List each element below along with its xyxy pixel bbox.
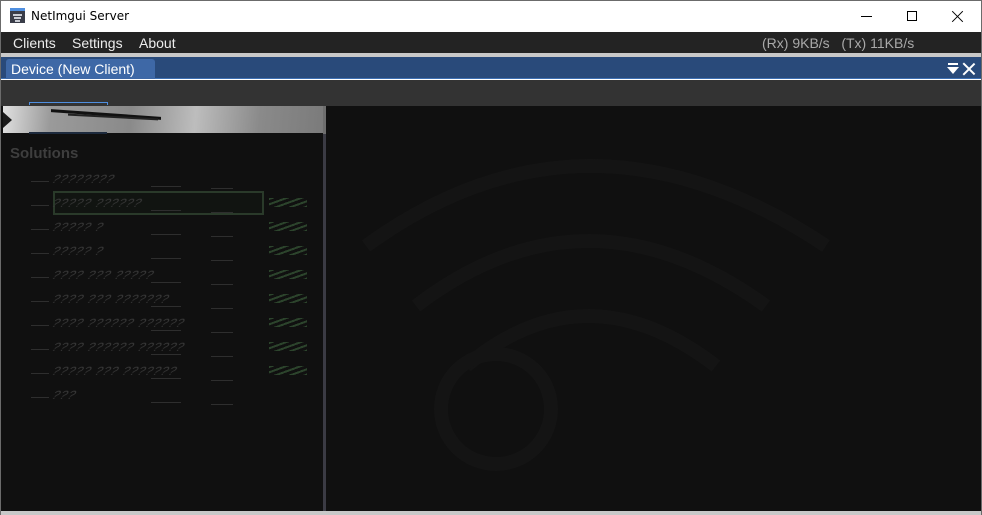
- dock-menu-icon: [948, 63, 958, 65]
- client-toolbar-strip: [1, 80, 981, 106]
- render-artifact: [151, 210, 181, 211]
- solution-row[interactable]: ???: [31, 388, 311, 405]
- collapse-arrow-icon[interactable]: [3, 112, 12, 128]
- solution-row-label: ????? ??? ???????: [49, 364, 181, 378]
- render-artifact: [151, 282, 181, 283]
- row-status-icon: [269, 318, 307, 327]
- solution-row-label: ???? ?????? ??????: [49, 340, 188, 354]
- bottom-border: [1, 511, 981, 515]
- render-artifact: [211, 308, 233, 309]
- solution-row-label: ???? ??? ???????: [49, 292, 173, 306]
- solution-row[interactable]: ????? ?: [31, 244, 311, 261]
- dock-tab-bar: Device (New Client): [1, 57, 981, 79]
- preview-panel: [326, 106, 981, 511]
- close-tab-button[interactable]: [962, 62, 976, 76]
- render-artifact: [211, 380, 233, 381]
- render-artifact: [211, 332, 233, 333]
- wifi-dot: [434, 347, 558, 471]
- tab-device-new-client[interactable]: Device (New Client): [6, 59, 155, 79]
- wifi-arc-middle: [411, 234, 771, 312]
- client-view: Solutions ???????? ????? ?????? ????? ????…: [1, 80, 981, 511]
- maximize-icon: [907, 11, 917, 21]
- render-artifact: [31, 229, 49, 230]
- row-status-icon: [269, 366, 307, 375]
- render-artifact: [211, 260, 233, 261]
- solutions-panel: Solutions ???????? ????? ?????? ????? ????…: [1, 106, 323, 511]
- solution-row[interactable]: ????? ??????: [31, 196, 311, 213]
- render-artifact: [151, 234, 181, 235]
- solution-row-label: ????? ?: [49, 220, 107, 234]
- row-status-icon: [269, 198, 307, 207]
- app-icon: [10, 8, 25, 23]
- solution-row[interactable]: ????? ??? ???????: [31, 364, 311, 381]
- render-artifact: [151, 354, 181, 355]
- close-icon: [952, 10, 964, 22]
- row-status-icon: [269, 342, 307, 351]
- row-status-icon: [269, 222, 307, 231]
- chevron-down-icon: [947, 67, 959, 74]
- render-artifact: [31, 373, 49, 374]
- render-artifact: [211, 356, 233, 357]
- render-artifact: [31, 253, 49, 254]
- render-artifact: [211, 188, 233, 189]
- render-artifact: [211, 236, 233, 237]
- render-artifact: [31, 277, 49, 278]
- render-artifact: [151, 402, 181, 403]
- netimgui-server-window: NetImgui Server Clients Settings About (…: [0, 0, 982, 515]
- window-title: NetImgui Server: [31, 9, 130, 23]
- dock-menu-button[interactable]: [947, 63, 959, 75]
- solution-row-label: ???: [49, 388, 80, 402]
- render-artifact: [31, 205, 49, 206]
- render-artifact: [211, 404, 233, 405]
- row-status-icon: [269, 270, 307, 279]
- menu-settings[interactable]: Settings: [72, 35, 123, 51]
- render-artifact: [151, 330, 181, 331]
- title-bar: NetImgui Server: [1, 1, 981, 31]
- menu-clients[interactable]: Clients: [13, 35, 56, 51]
- solution-row[interactable]: ???? ?????? ??????: [31, 340, 311, 357]
- render-artifact: [151, 258, 181, 259]
- solution-row[interactable]: ???? ?????? ??????: [31, 316, 311, 333]
- render-artifact: [151, 378, 181, 379]
- render-artifact: [151, 186, 181, 187]
- menu-bar: Clients Settings About (Rx) 9KB/s (Tx) 1…: [1, 32, 981, 53]
- render-artifact: [31, 325, 49, 326]
- render-artifact: [211, 212, 233, 213]
- solution-row-label: ???? ??? ?????: [49, 268, 158, 282]
- solution-row-label: ???? ?????? ??????: [49, 316, 188, 330]
- close-window-button[interactable]: [935, 1, 981, 31]
- header-underline: [29, 132, 107, 134]
- solution-row-label: ????? ?: [49, 244, 107, 258]
- selection-highlight: [29, 102, 108, 105]
- render-artifact: [31, 397, 49, 398]
- row-status-icon: [269, 294, 307, 303]
- render-artifact: [31, 181, 49, 182]
- render-artifact: [31, 301, 49, 302]
- solution-row[interactable]: ???? ??? ???????: [31, 292, 311, 309]
- solutions-heading: Solutions: [10, 145, 79, 162]
- solution-row[interactable]: ????? ?: [31, 220, 311, 237]
- solution-row-label: ????????: [49, 172, 118, 186]
- corrupted-header-bar: [3, 106, 323, 133]
- solution-row[interactable]: ???? ??? ?????: [31, 268, 311, 285]
- row-status-icon: [269, 246, 307, 255]
- render-artifact: [211, 284, 233, 285]
- network-stats: (Rx) 9KB/s (Tx) 11KB/s: [762, 35, 915, 51]
- solution-row-label: ????? ??????: [49, 196, 146, 210]
- minimize-button[interactable]: [843, 1, 889, 31]
- solution-row[interactable]: ????????: [31, 172, 311, 189]
- render-artifact: [151, 306, 181, 307]
- connection-watermark-icon: [361, 159, 830, 471]
- maximize-button[interactable]: [889, 1, 935, 31]
- minimize-icon: [860, 15, 872, 17]
- menu-about[interactable]: About: [139, 35, 176, 51]
- render-artifact: [31, 349, 49, 350]
